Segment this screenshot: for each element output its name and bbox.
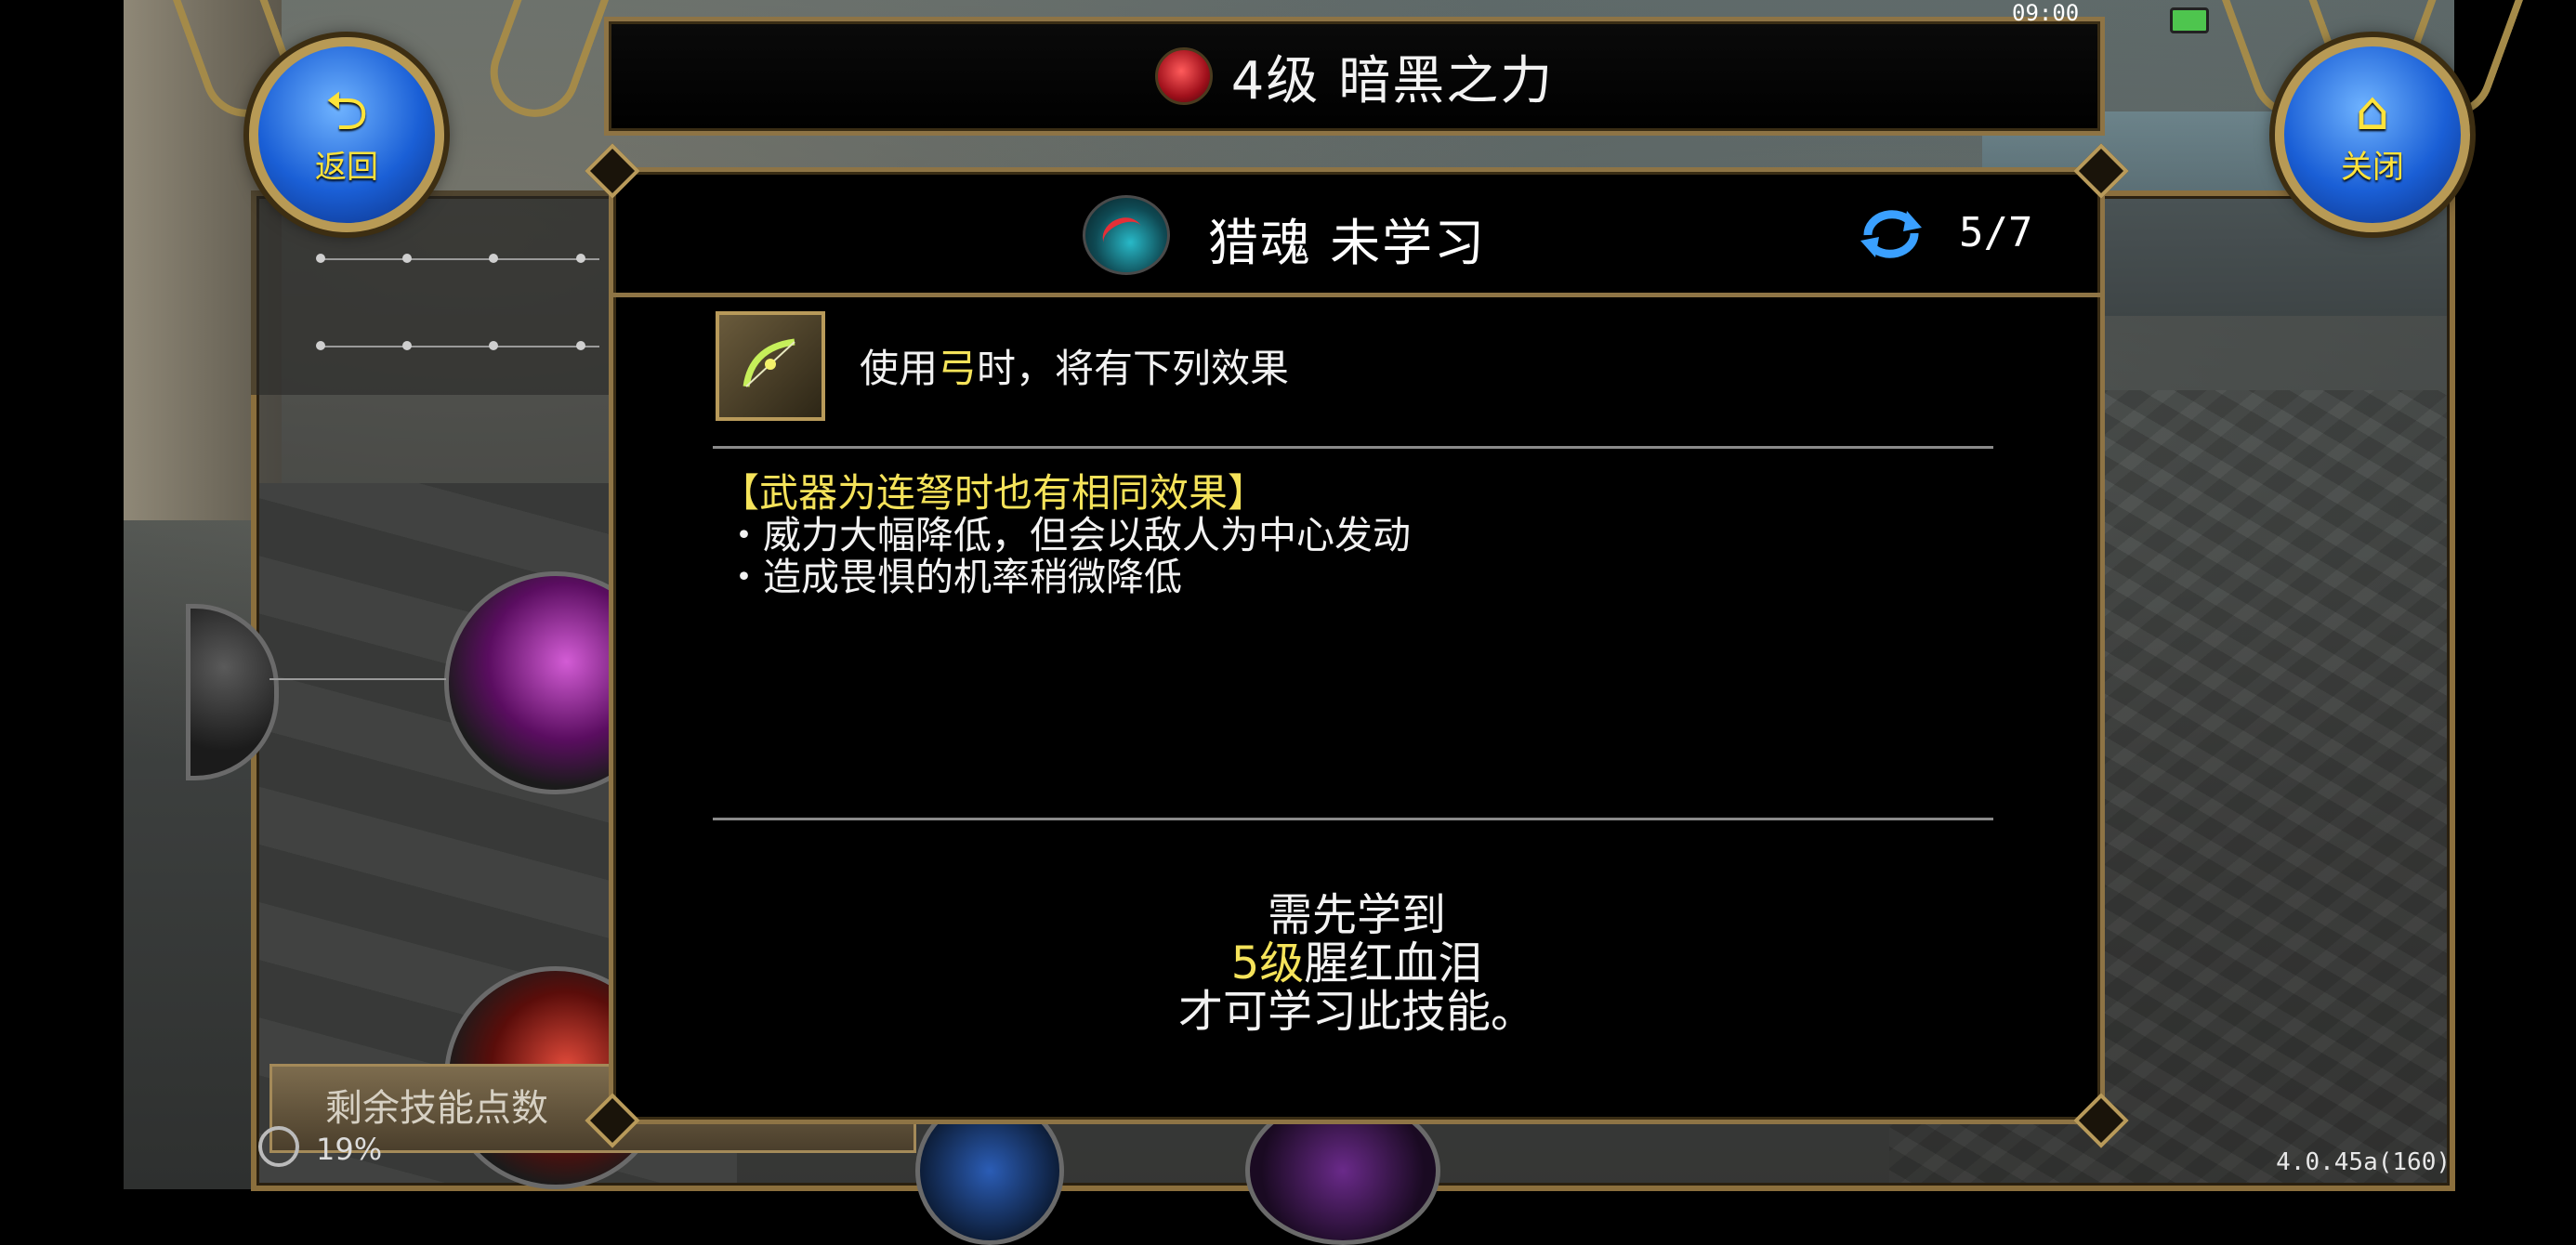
title-bar: 4级 暗黑之力: [604, 17, 2105, 136]
weapon-type: 弓: [938, 346, 978, 391]
skill-tree-node: [576, 341, 585, 350]
weapon-condition-text: 使用弓时，将有下列效果: [860, 337, 1289, 394]
skill-detail-modal: 猎魂 未学习 5/7 使用弓时，将有下列效果 【武器为连弩时也有相同效果】 ・威…: [585, 143, 2129, 1148]
battery-icon: [2170, 7, 2209, 33]
skill-tree-node: [316, 341, 325, 350]
use-prefix: 使用: [860, 346, 939, 391]
version-label: 4.0.45a(160): [2276, 1148, 2451, 1176]
skill-tree-line: [269, 678, 446, 680]
divider-top: [713, 446, 1993, 449]
requirement-line-3: 才可学习此技能。: [1177, 986, 1535, 1038]
return-arrow-icon: ⮌: [324, 78, 369, 142]
skill-tree-line: [321, 258, 599, 260]
soul-hunt-skill-icon: [1083, 195, 1170, 275]
skill-tree-node: [402, 254, 412, 263]
page-title: 4级 暗黑之力: [1230, 50, 1555, 111]
bow-weapon-box: [716, 311, 825, 421]
use-suffix: 时，将有下列效果: [977, 346, 1290, 391]
modal-header: 猎魂 未学习 5/7: [613, 172, 2100, 297]
exp-ring-icon: [258, 1126, 299, 1167]
skill-page-count: 5/7: [1959, 209, 2033, 256]
remaining-points-label: 剩余技能点数: [325, 1087, 548, 1130]
skill-name-status: 猎魂 未学习: [1208, 214, 1487, 272]
close-button-label: 关闭: [2341, 148, 2404, 186]
back-button-label: 返回: [315, 148, 378, 186]
cycle-arrows-icon[interactable]: [1859, 203, 1924, 263]
effect-item-2: ・造成畏惧的机率稍微降低: [725, 555, 1182, 599]
home-icon: ⌂: [2355, 78, 2390, 142]
bow-icon: [743, 338, 795, 387]
skill-tree-node: [489, 254, 498, 263]
back-button[interactable]: ⮌ 返回: [249, 37, 444, 232]
skill-tree-line: [321, 346, 599, 347]
exp-percent: 19%: [316, 1132, 383, 1167]
divider-bottom: [713, 818, 1993, 820]
skill-tree-node: [316, 254, 325, 263]
heart-gem-icon: [1154, 47, 1213, 105]
skill-tree-node: [489, 341, 498, 350]
skill-tree-node: [402, 341, 412, 350]
skill-tree-node: [576, 254, 585, 263]
status-time: 09:00: [2012, 0, 2080, 26]
close-button[interactable]: ⌂ 关闭: [2275, 37, 2470, 232]
